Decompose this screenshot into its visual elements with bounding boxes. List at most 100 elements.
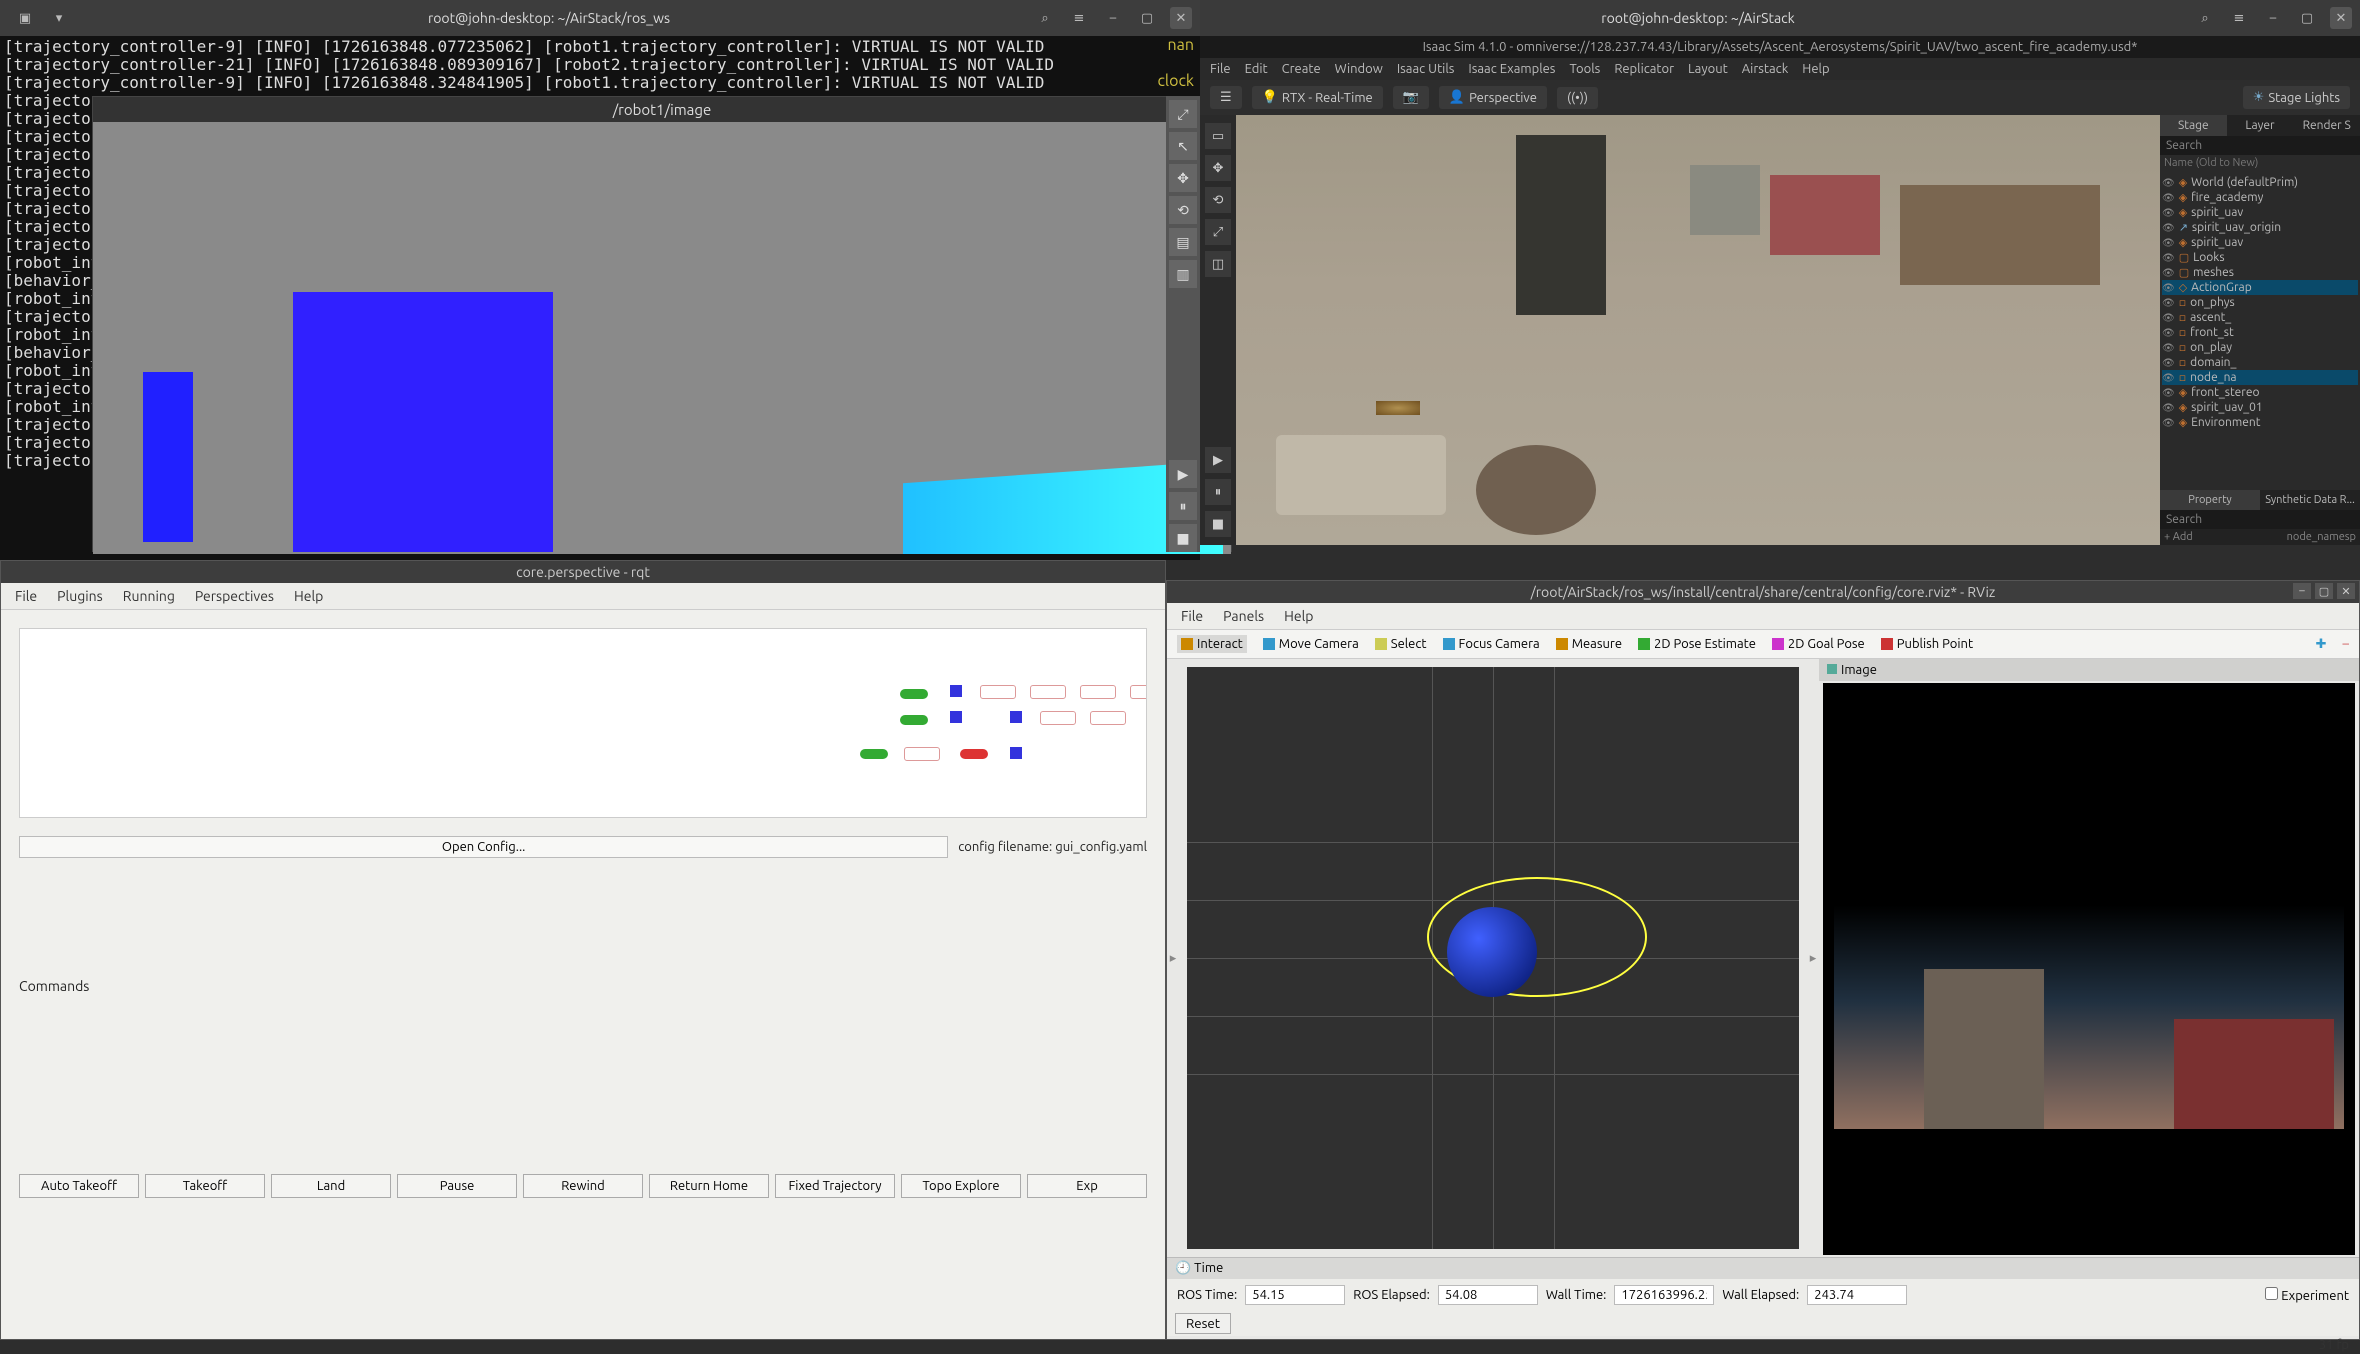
- stage-search[interactable]: Search: [2160, 136, 2360, 155]
- select-tool[interactable]: Select: [1375, 637, 1427, 651]
- takeoff-button[interactable]: Takeoff: [145, 1174, 265, 1198]
- rviz-menu-file[interactable]: File: [1181, 608, 1203, 624]
- visibility-icon[interactable]: 👁: [2162, 357, 2175, 369]
- tree-node[interactable]: 👁◈spirit_uav_01: [2162, 400, 2358, 415]
- move-tool-icon[interactable]: ✥: [1205, 155, 1231, 181]
- play-icon[interactable]: ▶: [1169, 460, 1197, 488]
- close-icon[interactable]: ✕: [2337, 583, 2355, 599]
- isaac-menu-isaac-utils[interactable]: Isaac Utils: [1397, 62, 1455, 76]
- move-camera-tool[interactable]: Move Camera: [1263, 637, 1359, 651]
- isaac-menu-file[interactable]: File: [1210, 62, 1231, 76]
- rviz-menu-panels[interactable]: Panels: [1223, 608, 1264, 624]
- move-tool-icon[interactable]: ✥: [1169, 164, 1197, 192]
- isaac-menu-window[interactable]: Window: [1335, 62, 1383, 76]
- pause-icon[interactable]: ⏸: [1205, 479, 1231, 505]
- experimental-checkbox[interactable]: Experiment: [2265, 1287, 2349, 1303]
- rewind-button[interactable]: Rewind: [523, 1174, 643, 1198]
- tab-layer[interactable]: Layer: [2227, 115, 2294, 136]
- rtx-mode-button[interactable]: 💡RTX - Real-Time: [1252, 86, 1383, 109]
- wall-time-field[interactable]: [1614, 1285, 1714, 1305]
- tree-node[interactable]: 👁▫front_st: [2162, 325, 2358, 340]
- reset-button[interactable]: Reset: [1175, 1313, 1231, 1334]
- tree-node[interactable]: 👁↗spirit_uav_origin: [2162, 220, 2358, 235]
- maximize-icon[interactable]: ▢: [2296, 7, 2318, 29]
- tree-node[interactable]: 👁◇ActionGrap: [2162, 280, 2358, 295]
- visibility-icon[interactable]: 👁: [2162, 342, 2175, 354]
- time-header[interactable]: 🕘 Time: [1167, 1258, 2359, 1279]
- rqt-menu-plugins[interactable]: Plugins: [57, 588, 103, 604]
- isaac-menu-isaac-examples[interactable]: Isaac Examples: [1468, 62, 1555, 76]
- refresh-tool-icon[interactable]: ⟲: [1169, 196, 1197, 224]
- tree-node[interactable]: 👁◈spirit_uav: [2162, 205, 2358, 220]
- isaac-menu-help[interactable]: Help: [1802, 62, 1829, 76]
- isaac-menu-edit[interactable]: Edit: [1245, 62, 1268, 76]
- tab-property[interactable]: Property: [2160, 490, 2260, 510]
- expand-tool-icon[interactable]: ⤢: [1169, 100, 1197, 128]
- visibility-icon[interactable]: 👁: [2162, 267, 2175, 279]
- tab-render[interactable]: Render S: [2293, 115, 2360, 136]
- visibility-icon[interactable]: 👁: [2162, 402, 2175, 414]
- minimize-icon[interactable]: –: [2293, 583, 2311, 599]
- left-splitter[interactable]: ▸: [1167, 659, 1179, 1257]
- add-button[interactable]: + Add: [2164, 531, 2193, 543]
- exp-button[interactable]: Exp: [1027, 1174, 1147, 1198]
- rviz-menu-help[interactable]: Help: [1284, 608, 1313, 624]
- visibility-icon[interactable]: 👁: [2162, 312, 2175, 324]
- scale-tool-icon[interactable]: ⤢: [1205, 219, 1231, 245]
- property-search[interactable]: Search: [2160, 510, 2360, 529]
- visibility-icon[interactable]: 👁: [2162, 387, 2175, 399]
- tree-node[interactable]: 👁▫on_play: [2162, 340, 2358, 355]
- stack2-tool-icon[interactable]: ▥: [1169, 260, 1197, 288]
- play-icon[interactable]: ▶: [1205, 447, 1231, 473]
- publish-point-tool[interactable]: Publish Point: [1881, 637, 1973, 651]
- tree-node[interactable]: 👁◈fire_academy: [2162, 190, 2358, 205]
- remove-tool-icon[interactable]: –: [2343, 637, 2349, 651]
- rqt-menu-help[interactable]: Help: [294, 588, 323, 604]
- isaac-menu-tools[interactable]: Tools: [1569, 62, 1600, 76]
- visibility-icon[interactable]: 👁: [2162, 237, 2175, 249]
- image-panel-header[interactable]: Image: [1819, 659, 2359, 681]
- tree-node[interactable]: 👁▢Looks: [2162, 250, 2358, 265]
- pointer-tool-icon[interactable]: ↖: [1169, 132, 1197, 160]
- visibility-icon[interactable]: 👁: [2162, 192, 2175, 204]
- tree-node[interactable]: 👁◈World (defaultPrim): [2162, 175, 2358, 190]
- pause-button[interactable]: Pause: [397, 1174, 517, 1198]
- snap-tool-icon[interactable]: ◫: [1205, 251, 1231, 277]
- visibility-icon[interactable]: 👁: [2162, 417, 2175, 429]
- ros-elapsed-field[interactable]: [1438, 1285, 1538, 1305]
- rqt-graph-pane[interactable]: [19, 628, 1147, 818]
- minimize-icon[interactable]: –: [2262, 7, 2284, 29]
- isaac-menu-create[interactable]: Create: [1282, 62, 1321, 76]
- maximize-icon[interactable]: ▢: [2315, 583, 2333, 599]
- tree-node[interactable]: 👁▫node_na: [2162, 370, 2358, 385]
- right-splitter[interactable]: ▸: [1807, 659, 1819, 1257]
- rqt-menu-perspectives[interactable]: Perspectives: [195, 588, 274, 604]
- wall-elapsed-field[interactable]: [1807, 1285, 1907, 1305]
- stop-icon[interactable]: ■: [1205, 511, 1231, 537]
- rviz-3d-view[interactable]: [1187, 667, 1799, 1249]
- rqt-menu-running[interactable]: Running: [123, 588, 175, 604]
- interact-tool[interactable]: Interact: [1177, 635, 1247, 653]
- stack-tool-icon[interactable]: ▤: [1169, 228, 1197, 256]
- visibility-icon[interactable]: 👁: [2162, 207, 2175, 219]
- camera-icon[interactable]: 📷: [1393, 86, 1429, 109]
- tree-node[interactable]: 👁◈spirit_uav: [2162, 235, 2358, 250]
- visibility-icon[interactable]: 👁: [2162, 297, 2175, 309]
- 2d-pose-estimate-tool[interactable]: 2D Pose Estimate: [1638, 637, 1756, 651]
- menu-icon[interactable]: ≡: [1068, 7, 1090, 29]
- visibility-icon[interactable]: 👁: [2162, 222, 2175, 234]
- visibility-icon[interactable]: 👁: [2162, 282, 2175, 294]
- tab-synthetic[interactable]: Synthetic Data R...: [2260, 490, 2360, 510]
- topo-explore-button[interactable]: Topo Explore: [901, 1174, 1021, 1198]
- minimize-icon[interactable]: –: [1102, 7, 1124, 29]
- close-icon[interactable]: ✕: [2330, 7, 2352, 29]
- viewport-settings-icon[interactable]: ☰: [1210, 86, 1242, 109]
- menu-icon[interactable]: ≡: [2228, 7, 2250, 29]
- experimental-checkbox-input[interactable]: [2265, 1287, 2278, 1300]
- tab-stage[interactable]: Stage: [2160, 115, 2227, 136]
- land-button[interactable]: Land: [271, 1174, 391, 1198]
- auto-takeoff-button[interactable]: Auto Takeoff: [19, 1174, 139, 1198]
- tree-node[interactable]: 👁◈front_stereo: [2162, 385, 2358, 400]
- ros-time-field[interactable]: [1245, 1285, 1345, 1305]
- visibility-icon[interactable]: 👁: [2162, 327, 2175, 339]
